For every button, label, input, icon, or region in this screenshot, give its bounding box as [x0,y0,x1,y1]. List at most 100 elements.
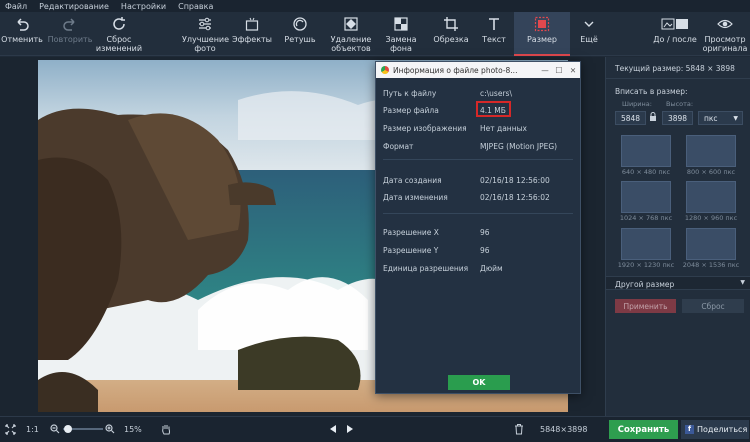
resolution-x-value: 96 [480,228,490,237]
reset-button[interactable]: Сброс [682,299,744,313]
remove-objects-button[interactable]: Удаление объектов [326,12,376,56]
hand-tool-icon[interactable] [160,423,172,435]
preset-caption: 1280 × 960 пкс [684,214,738,222]
menu-settings[interactable]: Настройки [121,2,166,11]
preset-thumb[interactable] [621,135,671,167]
save-button[interactable]: Сохранить [609,420,678,439]
unit-value: пкс [704,113,718,123]
redo-button[interactable]: Повторить [46,12,94,56]
current-size: Текущий размер: 5848 × 3898 [615,64,735,73]
magic-icon [244,16,260,32]
divider [606,78,750,79]
facebook-icon: f [685,425,694,434]
background-icon [393,16,409,32]
preset-caption: 640 × 480 пкс [621,168,671,176]
enhance-photo-button[interactable]: Улучшение фото [180,12,230,56]
chevron-down-icon: ▼ [733,114,738,122]
more-button[interactable]: Ещё [574,12,604,56]
menu-edit[interactable]: Редактирование [39,2,109,11]
image-dimensions: 5848×3898 [540,425,588,434]
path-label: Путь к файлу [383,89,437,98]
preset-thumb[interactable] [686,135,736,167]
ok-button[interactable]: OK [448,375,510,390]
path-value: c:\users\ [480,89,512,98]
resize-button[interactable]: Размер [514,12,570,56]
retouch-button[interactable]: Ретушь [278,12,322,56]
share-label: Поделиться [697,425,748,434]
menu-file[interactable]: Файл [5,2,27,11]
toolbar: Отменить Повторить Сброс изменений Улучш… [0,12,750,56]
close-icon[interactable]: ✕ [566,66,580,75]
enhance-label: Улучшение фото [182,35,230,53]
format-value: MJPEG (Motion JPEG) [480,142,558,151]
maximize-icon[interactable]: ☐ [552,66,566,75]
dialog-title-bar: Информация о файле photo-8... — ☐ ✕ [376,62,580,78]
fit-to-label: Вписать в размер: [615,87,688,96]
app-icon [381,66,389,74]
preset-thumb[interactable] [621,181,671,213]
crop-button[interactable]: Обрезка [428,12,474,56]
replace-bg-label: Замена фона [385,35,417,53]
preset-thumb[interactable] [621,228,671,260]
unit-select[interactable]: пкс ▼ [698,111,743,125]
image-size-label: Размер изображения [383,124,467,133]
redo-icon [62,16,78,32]
created-label: Дата создания [383,176,442,185]
resolution-y-label: Разрешение Y [383,246,439,255]
refresh-icon [111,16,127,32]
view-original-label: Просмотр оригинала [702,35,748,53]
previous-image-icon[interactable] [329,424,337,434]
crop-label: Обрезка [433,35,469,44]
divider [383,213,573,214]
apply-button[interactable]: Применить [615,299,676,313]
view-original-button[interactable]: Просмотр оригинала [702,12,748,56]
zoom-level: 15% [124,425,142,434]
height-input[interactable]: 3898 [662,111,693,125]
crop-icon [443,16,459,32]
chevron-down-icon [581,16,597,32]
divider [383,159,573,160]
text-button[interactable]: Текст [474,12,514,56]
width-input[interactable]: 5848 [615,111,646,125]
remove-objects-label: Удаление объектов [330,35,372,53]
menu-bar: Файл Редактирование Настройки Справка [0,0,750,12]
modified-label: Дата изменения [383,193,448,202]
next-image-icon[interactable] [346,424,354,434]
text-label: Текст [482,35,506,44]
minimize-icon[interactable]: — [538,66,552,75]
file-info-dialog: Информация о файле photo-8... — ☐ ✕ Путь… [375,61,581,394]
replace-background-button[interactable]: Замена фона [378,12,424,56]
undo-button[interactable]: Отменить [1,12,43,56]
effects-label: Эффекты [232,35,272,44]
format-label: Формат [383,142,414,151]
preset-thumb[interactable] [686,228,736,260]
fit-screen-icon[interactable] [5,424,16,435]
resize-label: Размер [526,35,557,44]
other-size-section[interactable]: Другой размер ▼ [606,276,750,290]
menu-help[interactable]: Справка [178,2,213,11]
redo-label: Повторить [47,35,93,44]
preset-thumb[interactable] [686,181,736,213]
reset-changes-button[interactable]: Сброс изменений [94,12,144,56]
eye-icon [717,16,733,32]
preset-caption: 1024 × 768 пкс [619,214,673,222]
resize-icon [534,16,550,32]
before-after-button[interactable]: До / после [650,12,700,56]
zoom-slider-handle[interactable] [64,425,72,433]
zoom-out-icon[interactable] [50,424,60,434]
resolution-unit-label: Единица разрешения [383,264,469,273]
lock-icon[interactable] [649,112,657,124]
share-button[interactable]: f Поделиться [681,420,749,439]
retouch-label: Ретушь [284,35,316,44]
undo-icon [14,16,30,32]
filesize-label: Размер файла [383,106,439,115]
actual-size-button[interactable]: 1:1 [26,425,39,434]
preset-caption: 1920 × 1230 пкс [617,261,675,269]
trash-icon[interactable] [514,423,524,435]
effects-button[interactable]: Эффекты [230,12,274,56]
zoom-in-icon[interactable] [105,424,115,434]
other-size-label: Другой размер [615,280,675,289]
resolution-unit-value: Дюйм [480,264,503,273]
image-size-value: Нет данных [480,124,527,133]
dialog-title: Информация о файле photo-8... [393,65,518,75]
